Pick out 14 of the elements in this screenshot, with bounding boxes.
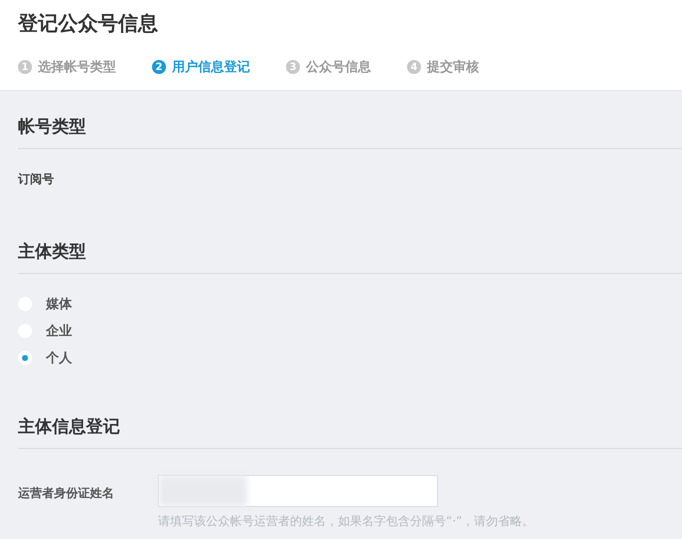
page-title: 登记公众号信息 — [18, 10, 159, 37]
input-field[interactable] — [158, 475, 438, 507]
section-heading: 主体类型 — [18, 241, 87, 264]
step-tab[interactable]: 2 用户信息登记 — [152, 58, 250, 76]
option-label: 媒体 — [46, 296, 72, 312]
option-label: 企业 — [46, 322, 72, 340]
field-label: 运营者身份证姓名 — [18, 485, 115, 502]
account-type-value: 订阅号 — [18, 171, 55, 188]
hint-text: 请填写该公众帐号运营者的姓名，如果名字包含分隔号“·”，请勿省略。 — [158, 513, 534, 530]
section-heading: 主体信息登记 — [18, 416, 121, 439]
radio-button[interactable] — [18, 350, 32, 364]
step-number: 2 — [152, 60, 166, 74]
section-heading: 帐号类型 — [18, 116, 87, 139]
option-label: 个人 — [46, 350, 72, 366]
